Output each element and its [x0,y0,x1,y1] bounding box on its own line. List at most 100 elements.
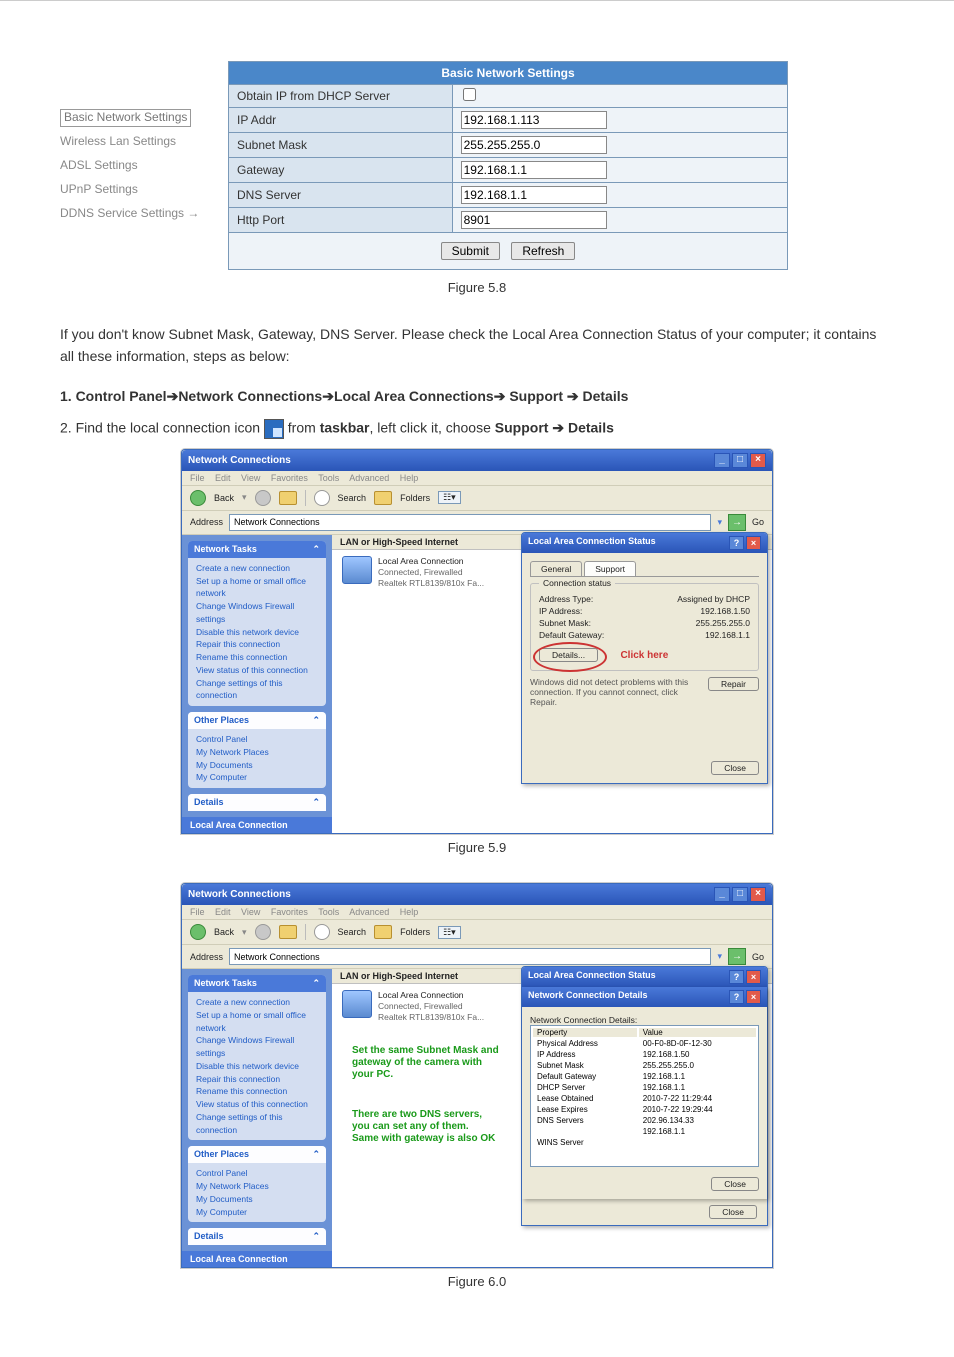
maximize-icon[interactable]: □ [732,887,748,902]
place-item[interactable]: My Computer [196,1206,318,1219]
task-item[interactable]: View status of this connection [196,1098,318,1111]
task-item[interactable]: Set up a home or small office network [196,1009,318,1035]
place-item[interactable]: My Network Places [196,746,318,759]
tab-support[interactable]: Support [584,561,636,576]
close-icon[interactable]: × [746,970,761,984]
tab-general[interactable]: General [530,561,582,576]
view-mode-icon[interactable]: ☷▾ [438,926,461,939]
place-item[interactable]: My Documents [196,1193,318,1206]
step-2-line: 2. Find the local connection icon from t… [60,419,894,439]
repair-button[interactable]: Repair [708,677,759,691]
collapse-icon[interactable]: ⌃ [312,797,320,808]
help-icon[interactable]: ? [729,990,744,1004]
task-item[interactable]: Repair this connection [196,1073,318,1086]
task-item[interactable]: Repair this connection [196,638,318,651]
folders-icon[interactable] [374,491,392,505]
menubar: File Edit View Favorites Tools Advanced … [182,471,772,485]
details-button[interactable]: Details... [539,648,598,662]
task-item[interactable]: Set up a home or small office network [196,575,318,601]
toolbar: Back ▾ Search Folders ☷▾ [182,485,772,511]
figure-caption-60: Figure 6.0 [60,1274,894,1289]
task-item[interactable]: Disable this network device [196,626,318,639]
task-item[interactable]: View status of this connection [196,664,318,677]
place-item[interactable]: Control Panel [196,733,318,746]
dns-input[interactable] [461,186,607,204]
menubar: File Edit View Favorites Tools Advanced … [182,905,772,919]
task-item[interactable]: Create a new connection [196,996,318,1009]
sidebar-item-ddns[interactable]: DDNS Service Settings [60,206,184,220]
task-item[interactable]: Rename this connection [196,651,318,664]
close-icon[interactable]: × [750,887,766,902]
figure-caption-58: Figure 5.8 [60,280,894,295]
back-icon[interactable] [190,924,206,940]
help-icon[interactable]: ? [729,536,744,550]
task-item[interactable]: Create a new connection [196,562,318,575]
task-item[interactable]: Change Windows Firewall settings [196,600,318,626]
place-item[interactable]: Control Panel [196,1167,318,1180]
task-item[interactable]: Disable this network device [196,1060,318,1073]
sidebar-item-basic[interactable]: Basic Network Settings [60,109,191,127]
gw-label: Gateway [229,158,453,183]
refresh-button[interactable]: Refresh [511,242,575,260]
forward-icon[interactable] [255,924,271,940]
network-tray-icon [264,419,284,439]
place-item[interactable]: My Computer [196,771,318,784]
forward-icon[interactable] [255,490,271,506]
submit-button[interactable]: Submit [441,242,500,260]
task-item[interactable]: Rename this connection [196,1085,318,1098]
address-input[interactable] [229,948,711,965]
window-title: Network Connections [188,889,291,900]
dhcp-label: Obtain IP from DHCP Server [229,85,453,108]
annotation-click-here: Click here [620,650,668,661]
status-dialog: Local Area Connection Status ?× General … [521,532,768,784]
collapse-icon[interactable]: ⌃ [312,715,320,726]
address-input[interactable] [229,514,711,531]
mask-input[interactable] [461,136,607,154]
close-icon[interactable]: × [746,990,761,1004]
place-item[interactable]: My Network Places [196,1180,318,1193]
folders-icon[interactable] [374,925,392,939]
arrow-right-icon: → [187,201,199,225]
up-folder-icon[interactable] [279,925,297,939]
close-icon[interactable]: × [746,536,761,550]
task-item[interactable]: Change Windows Firewall settings [196,1034,318,1060]
place-item[interactable]: My Documents [196,759,318,772]
minimize-icon[interactable]: _ [714,887,730,902]
settings-title: Basic Network Settings [229,62,788,85]
port-label: Http Port [229,208,453,233]
up-folder-icon[interactable] [279,491,297,505]
annotation-green-1: Set the same Subnet Mask and gateway of … [352,1045,522,1081]
collapse-icon[interactable]: ⌃ [312,978,320,989]
close-button[interactable]: Close [711,761,759,775]
collapse-icon[interactable]: ⌃ [312,1231,320,1242]
go-button[interactable]: → [728,514,746,531]
maximize-icon[interactable]: □ [732,453,748,468]
close-button-outer[interactable]: Close [709,1205,757,1219]
sidebar-item-wireless[interactable]: Wireless Lan Settings [60,129,200,153]
note-text: Windows did not detect problems with thi… [530,677,702,707]
go-button[interactable]: → [728,948,746,965]
details-footer: Local Area Connection [182,817,332,833]
port-input[interactable] [461,211,607,229]
sidebar-item-adsl[interactable]: ADSL Settings [60,153,200,177]
close-button[interactable]: Close [711,1177,759,1191]
gw-input[interactable] [461,161,607,179]
collapse-icon[interactable]: ⌃ [312,1149,320,1160]
mask-label: Subnet Mask [229,133,453,158]
search-icon[interactable] [314,924,330,940]
dns-label: DNS Server [229,183,453,208]
minimize-icon[interactable]: _ [714,453,730,468]
sidebar-item-upnp[interactable]: UPnP Settings [60,177,200,201]
collapse-icon[interactable]: ⌃ [312,544,320,555]
close-icon[interactable]: × [750,453,766,468]
view-mode-icon[interactable]: ☷▾ [438,491,461,504]
address-label: Address [190,517,223,527]
search-icon[interactable] [314,490,330,506]
screenshot-fig59: Network Connections _ □ × File Edit View… [181,449,773,834]
dhcp-checkbox[interactable] [463,88,476,101]
task-item[interactable]: Change settings of this connection [196,1111,318,1137]
task-item[interactable]: Change settings of this connection [196,677,318,703]
ip-input[interactable] [461,111,607,129]
back-icon[interactable] [190,490,206,506]
help-icon[interactable]: ? [729,970,744,984]
